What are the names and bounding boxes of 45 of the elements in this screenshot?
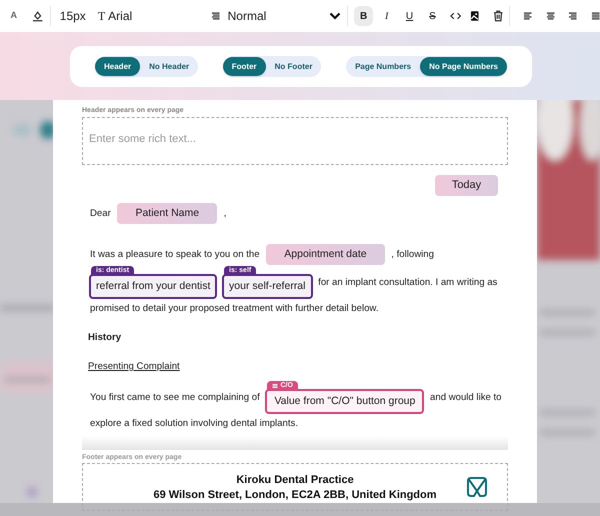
font-family-button[interactable]: T Arial <box>98 7 132 25</box>
chevron-down-icon[interactable] <box>329 12 342 20</box>
toggle-option[interactable]: Header <box>95 57 140 76</box>
section-heading: History <box>88 331 122 345</box>
format-button[interactable]: I <box>377 6 396 26</box>
format-button[interactable]: B <box>354 6 374 26</box>
paragraph-text: It was a pleasure to speak to you on the <box>90 249 260 260</box>
font-size-button[interactable]: 15px <box>60 7 86 25</box>
date-field[interactable]: Today <box>435 175 498 196</box>
condition-field[interactable]: referral from your dentist <box>89 274 218 299</box>
footer-text: 69 Wilson Street, London, EC2A 2BB, United Kingdom <box>153 488 437 500</box>
paragraph-text: Dear <box>90 208 111 220</box>
paragraph-text: , <box>224 208 226 220</box>
toggle-option[interactable]: No Page Numbers <box>420 57 507 76</box>
align-right-icon[interactable] <box>568 11 578 21</box>
toggle-option[interactable]: Footer <box>222 57 266 76</box>
placeholder-field[interactable]: Appointment date <box>266 244 385 265</box>
toggle-option[interactable]: No Header <box>140 57 198 76</box>
justify-icon[interactable] <box>590 11 600 21</box>
fill-color-icon[interactable] <box>32 10 44 22</box>
toggle-option[interactable]: No Footer <box>266 57 322 76</box>
paragraph-text: for an implant consultation. I am writing as <box>318 276 498 288</box>
paragraph-text: You first came to see me complaining of <box>90 392 260 403</box>
format-button[interactable]: U <box>400 6 420 26</box>
block-style-dropdown[interactable]: Normal <box>228 7 342 25</box>
paragraph-text: explore a fixed solution involving dental implants. <box>90 418 298 429</box>
logo-icon <box>466 476 488 498</box>
format-button[interactable]: S <box>423 6 442 26</box>
align-left-icon[interactable] <box>523 11 533 21</box>
stack-icon[interactable] <box>272 382 278 388</box>
placeholder-field[interactable]: Patient Name <box>117 203 218 224</box>
paragraph-text: and would like to <box>430 392 502 403</box>
value-field[interactable]: Value from "C/O" button group <box>265 389 424 414</box>
text-color-button[interactable]: A <box>9 9 18 23</box>
condition-field[interactable]: your self-referral <box>222 274 312 299</box>
toggle-option[interactable]: Page Numbers <box>346 57 420 76</box>
subsection-heading: Presenting Complaint <box>88 360 181 374</box>
paragraph-text: promised to detail your proposed treatment with further detail below. <box>90 303 379 314</box>
image-icon[interactable] <box>470 10 480 22</box>
footer-text: Kiroku Dental Practice <box>236 474 354 486</box>
paragraph-text: , following <box>391 249 434 260</box>
align-center-icon[interactable] <box>546 11 556 21</box>
trash-icon[interactable] <box>492 10 504 22</box>
code-icon[interactable] <box>450 11 462 21</box>
lines-icon[interactable] <box>211 11 221 21</box>
